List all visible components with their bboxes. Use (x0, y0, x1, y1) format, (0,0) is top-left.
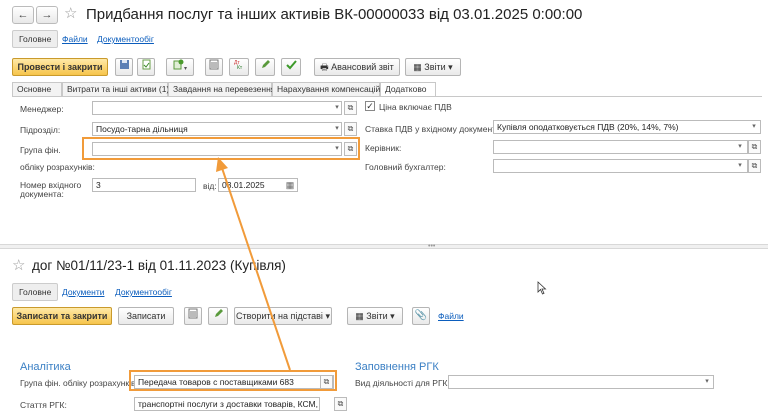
mouse-cursor-icon (537, 281, 547, 295)
annotation-arrow (216, 157, 291, 371)
